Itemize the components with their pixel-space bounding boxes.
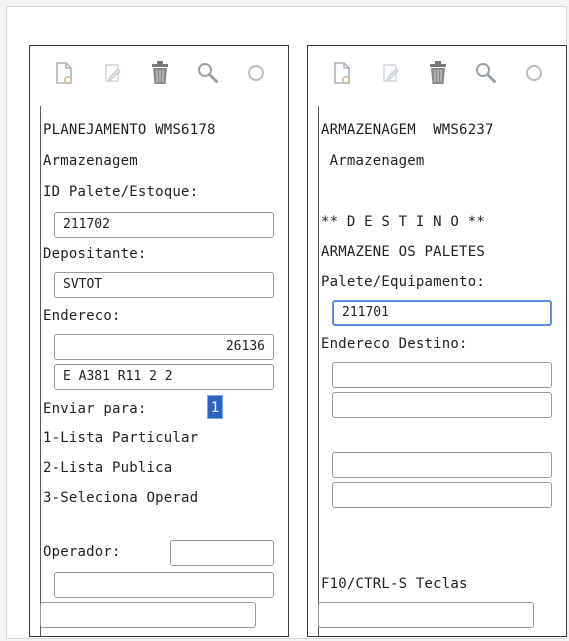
option-private-list: 1-Lista Particular [43, 430, 199, 446]
trash-icon[interactable] [426, 59, 450, 87]
right-panel-divider [318, 106, 319, 636]
left-toolbar [30, 46, 288, 100]
left-terminal-panel: PLANEJAMENTO WMS6178 Armazenagem ID Pale… [29, 45, 289, 637]
operator-name-field[interactable] [54, 572, 274, 598]
destination-address-field-4[interactable] [332, 482, 552, 508]
left-panel-divider [40, 106, 41, 636]
send-to-label: Enviar para: [43, 401, 147, 417]
destination-title: ** D E S T I N O ** [321, 214, 485, 230]
trash-icon[interactable] [148, 59, 172, 87]
depositor-field[interactable]: SVTOT [54, 272, 274, 298]
screen-frame: PLANEJAMENTO WMS6178 Armazenagem ID Pale… [6, 6, 567, 639]
send-to-field[interactable]: 1 [207, 395, 223, 419]
refresh-icon[interactable] [244, 59, 268, 87]
left-screen-header: PLANEJAMENTO WMS6178 [43, 122, 216, 138]
option-public-list: 2-Lista Publica [43, 460, 173, 476]
address-code-field[interactable]: 26136 [54, 334, 274, 360]
search-icon[interactable] [196, 59, 220, 87]
destination-address-label: Endereco Destino: [321, 336, 468, 352]
function-keys-hint: F10/CTRL-S Teclas [321, 576, 468, 592]
depositor-label: Depositante: [43, 246, 147, 262]
pallet-equipment-field[interactable]: 211701 [332, 300, 552, 326]
destination-address-field-1[interactable] [332, 362, 552, 388]
address-location-field[interactable]: E A381 R11 2 2 [54, 364, 274, 390]
destination-address-field-2[interactable] [332, 392, 552, 418]
new-document-icon[interactable] [330, 59, 354, 87]
right-screen-subtitle: Armazenagem [321, 153, 425, 169]
right-command-input[interactable] [318, 602, 534, 628]
left-command-input[interactable] [40, 602, 256, 628]
pallet-equipment-label: Palete/Equipamento: [321, 274, 485, 290]
option-select-operator: 3-Seleciona Operad [43, 490, 199, 506]
store-pallets-instruction: ARMAZENE OS PALETES [321, 244, 485, 260]
operator-field[interactable] [170, 540, 274, 566]
pallet-stock-id-field[interactable]: 211702 [54, 212, 274, 238]
search-icon[interactable] [474, 59, 498, 87]
edit-icon[interactable] [378, 59, 402, 87]
left-screen-subtitle: Armazenagem [43, 153, 138, 169]
pallet-stock-id-label: ID Palete/Estoque: [43, 184, 199, 200]
new-document-icon[interactable] [52, 59, 76, 87]
edit-icon[interactable] [100, 59, 124, 87]
address-label: Endereco: [43, 308, 121, 324]
right-toolbar [308, 46, 566, 100]
refresh-icon[interactable] [522, 59, 546, 87]
right-screen-header: ARMAZENAGEM WMS6237 [321, 122, 494, 138]
right-terminal-panel: ARMAZENAGEM WMS6237 Armazenagem ** D E S… [307, 45, 567, 637]
destination-address-field-3[interactable] [332, 452, 552, 478]
operator-label: Operador: [43, 544, 121, 560]
